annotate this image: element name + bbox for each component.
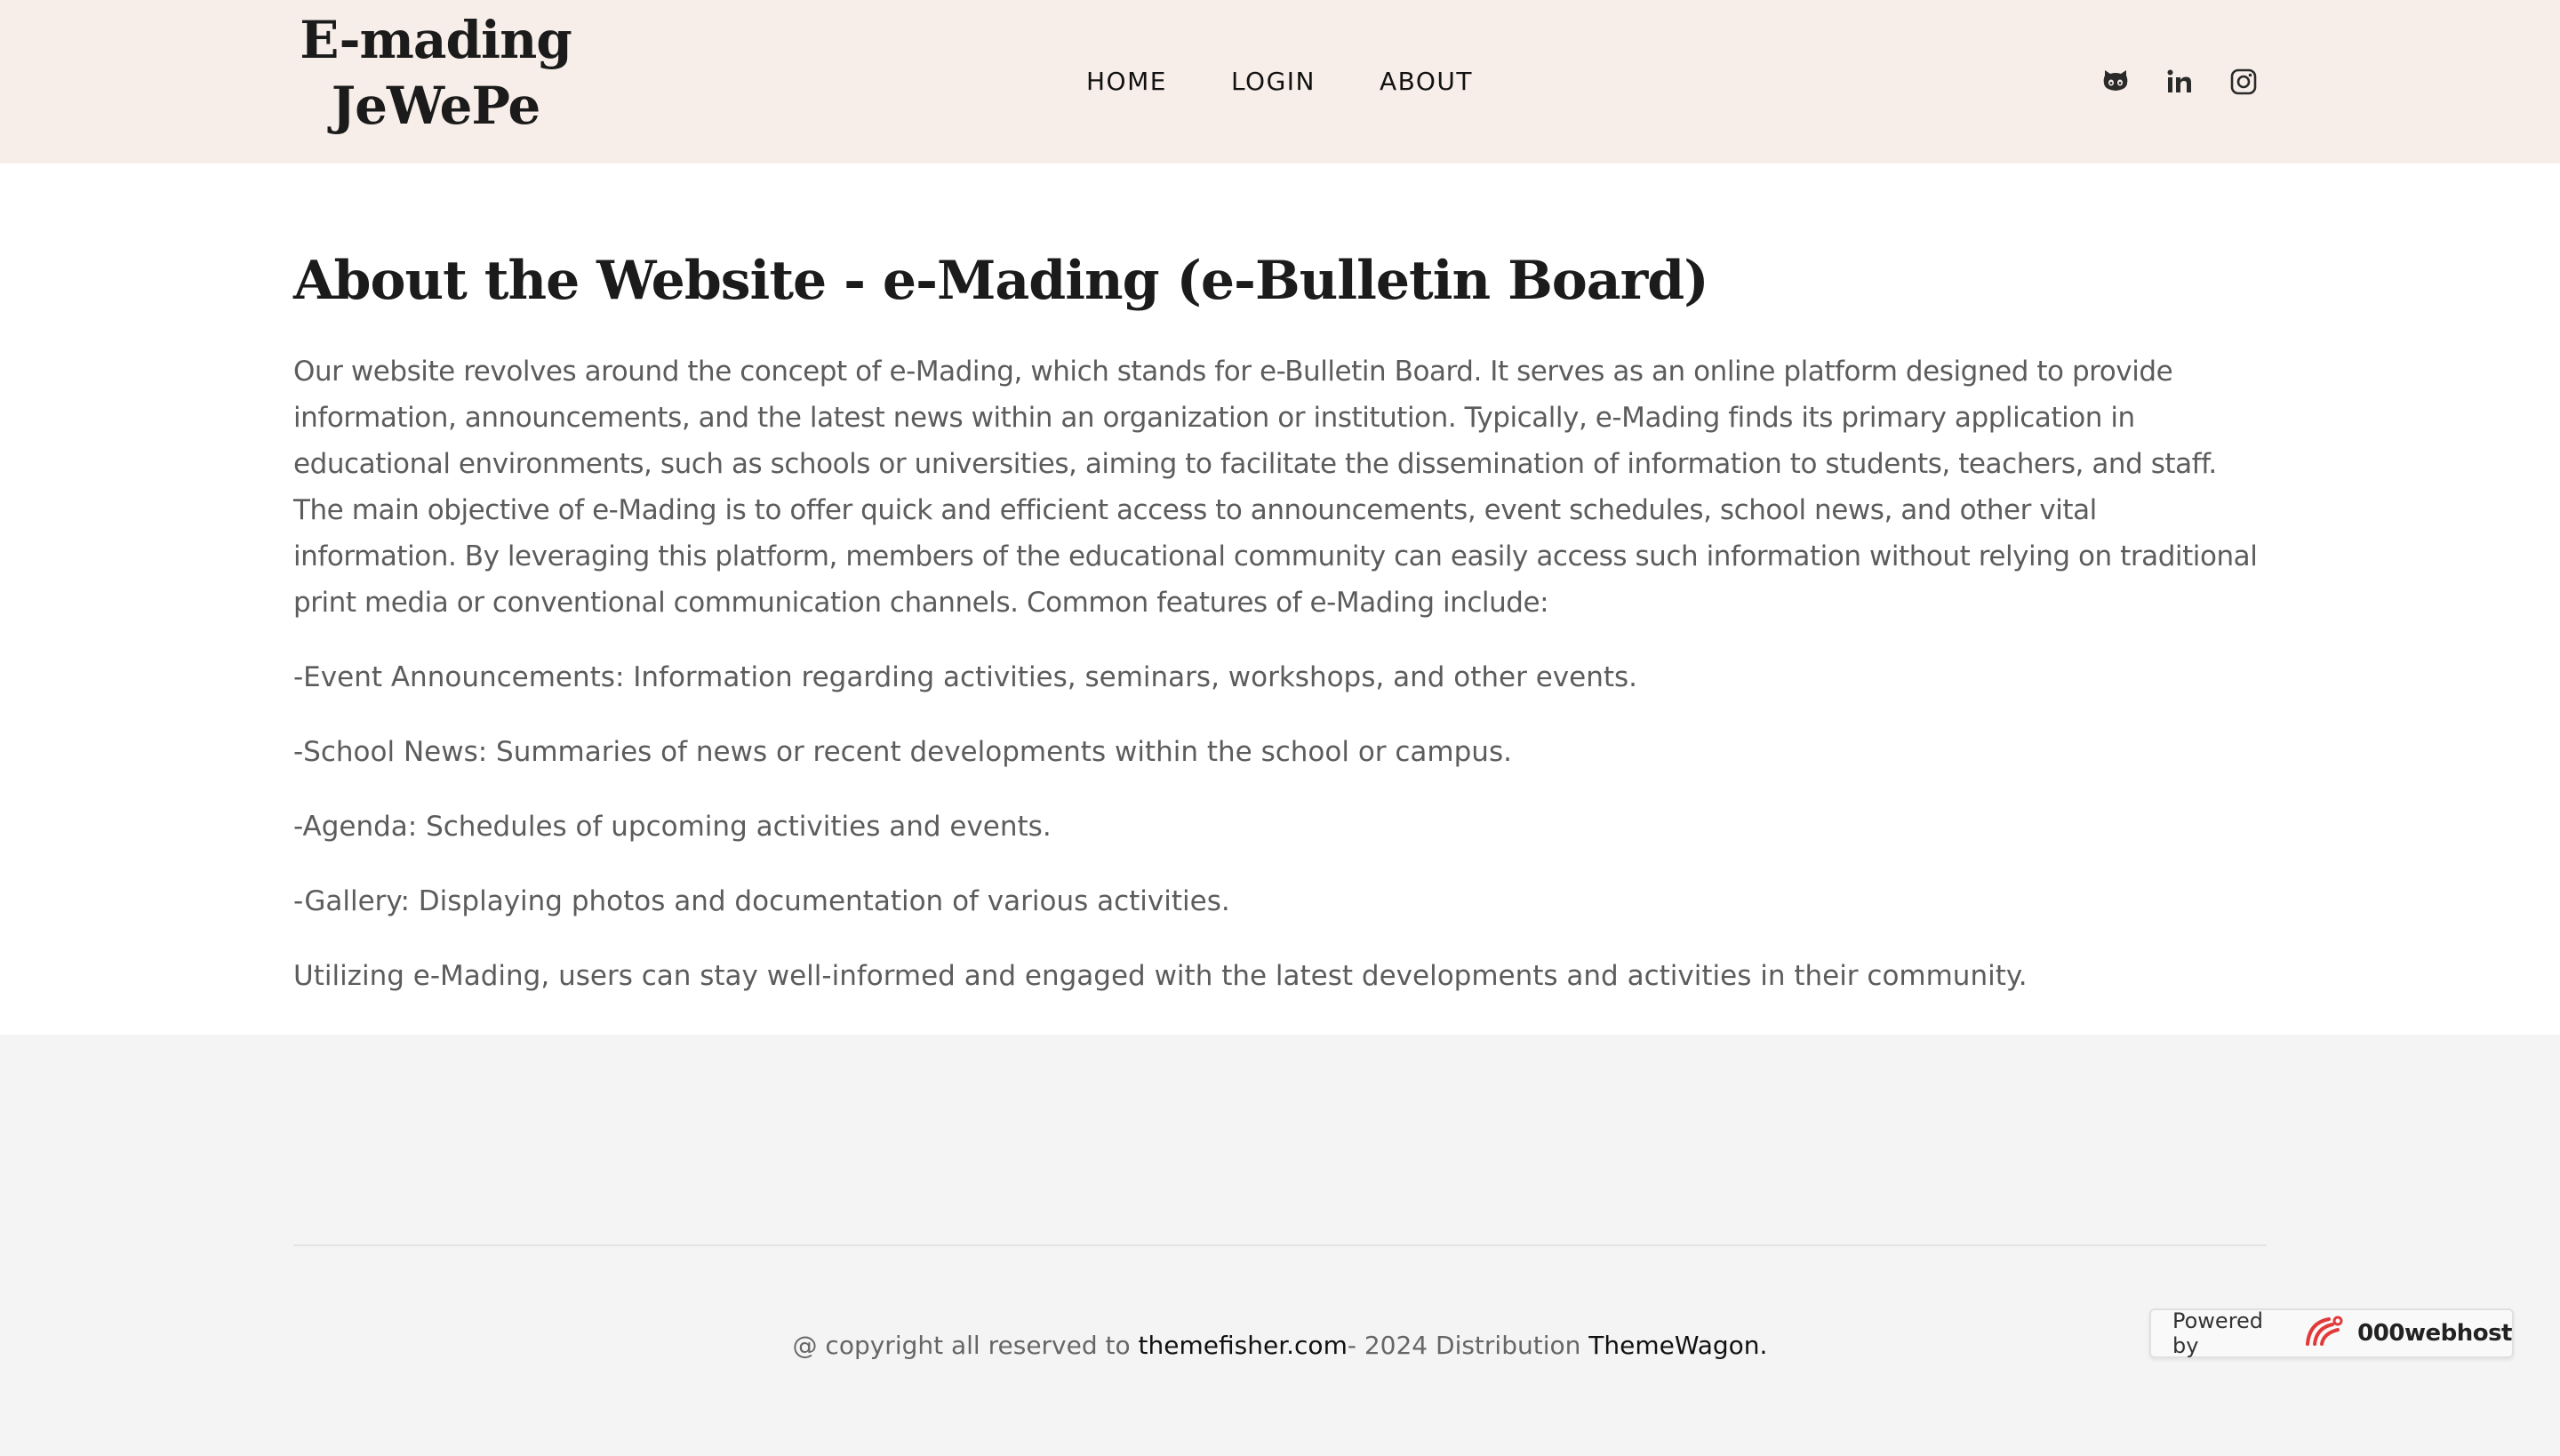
powered-by-label: Powered by bbox=[2172, 1308, 2264, 1358]
feature-agenda: -Agenda: Schedules of upcoming activitie… bbox=[293, 811, 1052, 843]
logo-line-1: E-mading bbox=[300, 10, 572, 70]
closing-paragraph: Utilizing e-Mading, users can stay well-… bbox=[293, 960, 2028, 992]
webhost-logo-icon bbox=[2302, 1314, 2345, 1353]
feature-school-news: -School News: Summaries of news or recen… bbox=[293, 736, 1512, 768]
social-links bbox=[2100, 64, 2260, 100]
page-title: About the Website - e-Mading (e-Bulletin… bbox=[293, 250, 1709, 312]
site-footer: @ copyright all reserved to themefisher.… bbox=[0, 1035, 2560, 1456]
themefisher-link[interactable]: themefisher.com bbox=[1139, 1331, 1348, 1360]
webhost-brand: 000webhost bbox=[2357, 1320, 2512, 1347]
nav-login[interactable]: LOGIN bbox=[1231, 64, 1316, 100]
github-icon[interactable] bbox=[2100, 66, 2132, 98]
powered-by-badge[interactable]: Powered by 000webhost bbox=[2149, 1308, 2514, 1358]
themewagon-link[interactable]: ThemeWagon. bbox=[1588, 1331, 1767, 1360]
logo-line-2: JeWePe bbox=[331, 76, 541, 136]
site-header: E-mading JeWePe HOME LOGIN ABOUT bbox=[0, 0, 2560, 164]
about-section: About the Website - e-Mading (e-Bulletin… bbox=[293, 240, 2267, 1028]
feature-gallery: -Gallery: Displaying photos and document… bbox=[293, 885, 1230, 917]
main-nav: HOME LOGIN ABOUT bbox=[1086, 64, 1473, 100]
nav-home[interactable]: HOME bbox=[1086, 64, 1167, 100]
nav-about[interactable]: ABOUT bbox=[1380, 64, 1473, 100]
linkedin-icon[interactable] bbox=[2164, 66, 2196, 98]
copyright-middle: - 2024 Distribution bbox=[1347, 1331, 1589, 1360]
site-logo[interactable]: E-mading JeWePe bbox=[293, 7, 578, 139]
instagram-icon[interactable] bbox=[2228, 66, 2260, 98]
feature-event-announcements: -Event Announcements: Information regard… bbox=[293, 661, 1638, 693]
intro-paragraph: Our website revolves around the concept … bbox=[293, 356, 2258, 619]
footer-divider bbox=[293, 1244, 2267, 1246]
copyright-prefix: @ copyright all reserved to bbox=[792, 1331, 1139, 1360]
